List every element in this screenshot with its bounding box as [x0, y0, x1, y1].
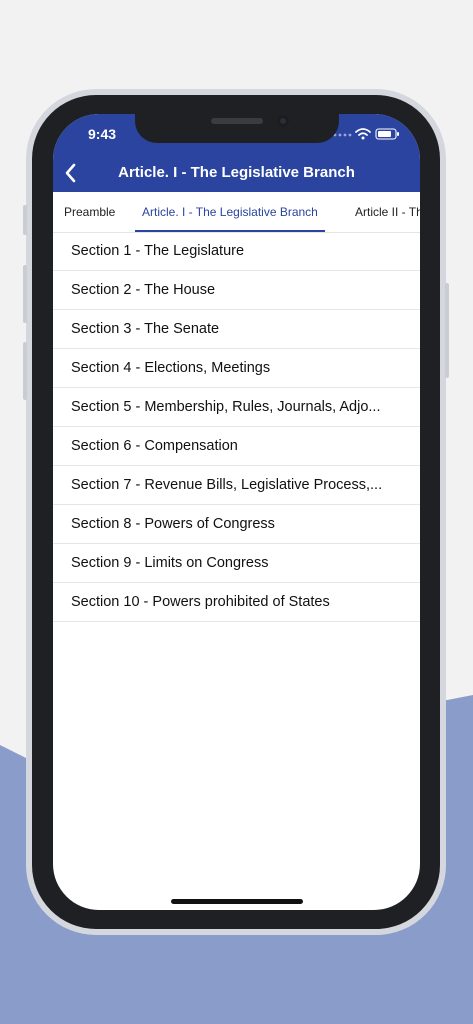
front-camera	[277, 115, 289, 127]
tab-bar: Preamble Article. I - The Legislative Br…	[53, 192, 420, 233]
list-item[interactable]: Section 8 - Powers of Congress	[53, 505, 420, 544]
battery-icon	[375, 128, 399, 140]
list-item[interactable]: Section 5 - Membership, Rules, Journals,…	[53, 388, 420, 427]
speaker-grille	[211, 118, 263, 124]
list-item[interactable]: Section 4 - Elections, Meetings	[53, 349, 420, 388]
nav-header: 9:43 Article. I - The Legislative Branch	[53, 114, 420, 192]
list-item[interactable]: Section 6 - Compensation	[53, 427, 420, 466]
wifi-dot	[361, 136, 365, 140]
status-icons	[333, 128, 399, 140]
list-item[interactable]: Section 9 - Limits on Congress	[53, 544, 420, 583]
list-item[interactable]: Section 10 - Powers prohibited of States	[53, 583, 420, 622]
list-item[interactable]: Section 7 - Revenue Bills, Legislative P…	[53, 466, 420, 505]
status-time: 9:43	[88, 126, 117, 142]
list-item[interactable]: Section 3 - The Senate	[53, 310, 420, 349]
page-title: Article. I - The Legislative Branch	[118, 164, 355, 181]
volume-up-button	[23, 265, 27, 323]
volume-down-button	[23, 342, 27, 400]
power-button	[445, 283, 449, 378]
mute-switch	[23, 205, 27, 235]
section-list: Section 1 - The Legislature Section 2 - …	[53, 232, 420, 622]
wifi-icon	[355, 128, 371, 136]
home-indicator[interactable]	[171, 899, 303, 904]
tab-article-2[interactable]: Article II - The Executive Branch	[348, 192, 420, 232]
signal-icon	[333, 133, 352, 137]
tab-preamble[interactable]: Preamble	[57, 192, 122, 232]
list-item[interactable]: Section 2 - The House	[53, 271, 420, 310]
tab-article-1[interactable]: Article. I - The Legislative Branch	[135, 192, 325, 232]
notch	[135, 114, 339, 143]
list-item[interactable]: Section 1 - The Legislature	[53, 232, 420, 271]
app-screen: 9:43 Article. I - The Legislative Branch	[53, 114, 420, 910]
